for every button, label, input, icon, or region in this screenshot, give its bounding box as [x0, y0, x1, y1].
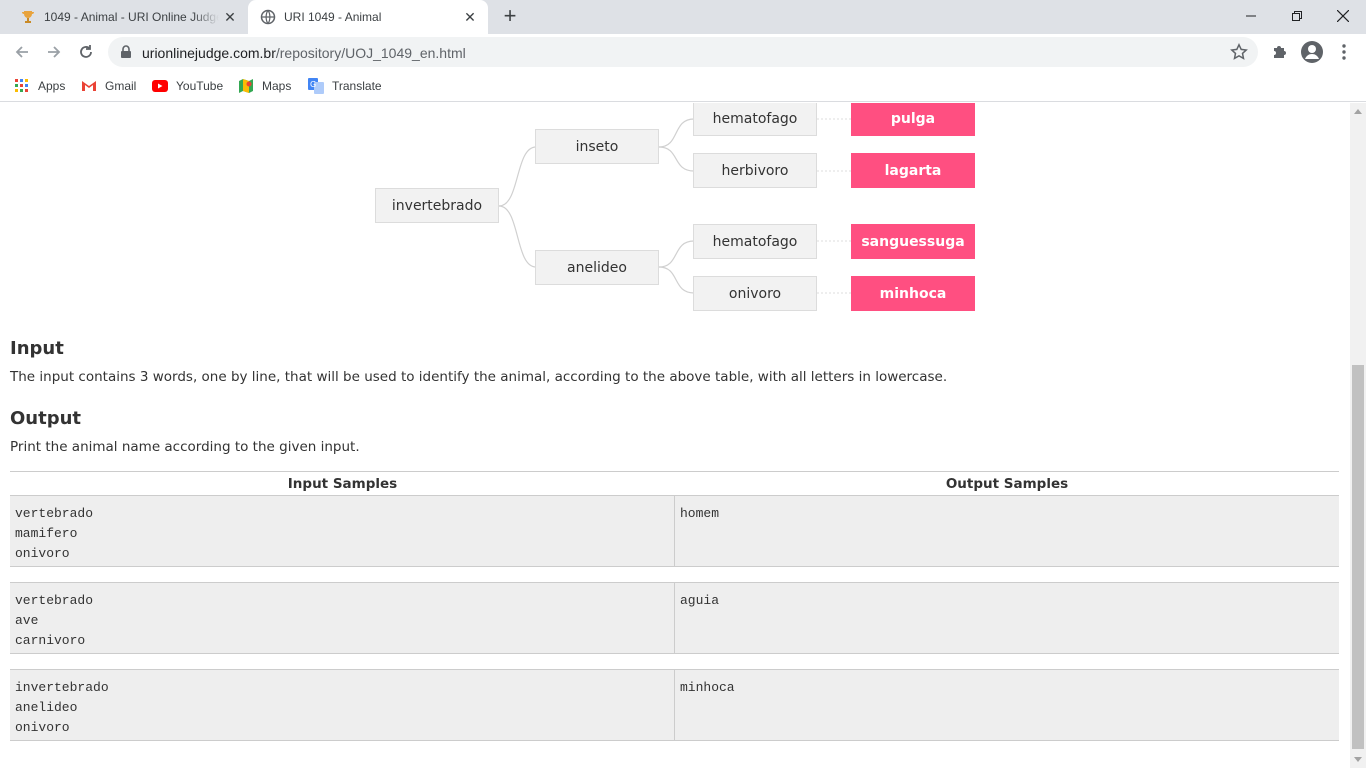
new-tab-button[interactable]: + [498, 5, 522, 29]
close-tab-icon[interactable]: ✕ [222, 9, 238, 25]
bookmark-label: Maps [262, 79, 292, 93]
sample-input: vertebrado ave carnivoro [10, 583, 675, 653]
url-text: urionlinejudge.com.br/repository/UOJ_104… [142, 45, 466, 61]
maps-icon [238, 78, 254, 94]
tab-uri-online-judge[interactable]: 1049 - Animal - URI Online Judge ✕ [8, 0, 248, 34]
tree-leaf-animal: minhoca [851, 276, 975, 311]
scroll-up-arrow-icon[interactable] [1354, 109, 1362, 114]
sample-output: minhoca [680, 680, 735, 695]
tree-node-branch: inseto [535, 129, 659, 164]
tab-uri-1049-animal[interactable]: URI 1049 - Animal ✕ [248, 0, 488, 34]
sample-input: invertebrado anelideo onivoro [10, 670, 675, 740]
vertical-scrollbar[interactable] [1350, 103, 1366, 768]
scroll-down-arrow-icon[interactable] [1354, 757, 1362, 762]
sample-row: vertebrado mamifero onivoro homem [10, 495, 1339, 567]
avatar-icon [1301, 41, 1323, 63]
tab-title: URI 1049 - Animal [284, 10, 382, 24]
sample-row: invertebrado anelideo onivoro minhoca [10, 669, 1339, 741]
input-heading: Input [10, 338, 64, 359]
back-button[interactable] [8, 38, 36, 66]
tree-connectors [498, 118, 852, 294]
tree-leaf-animal: lagarta [851, 153, 975, 188]
tree-node-branch: anelideo [535, 250, 659, 285]
menu-button[interactable] [1330, 38, 1358, 66]
translate-icon: G [308, 78, 324, 94]
url-path: /repository/UOJ_1049_en.html [275, 45, 466, 61]
sample-row: vertebrado ave carnivoro aguia [10, 582, 1339, 654]
trophy-icon [22, 11, 34, 23]
close-window-button[interactable] [1320, 0, 1366, 32]
bookmark-gmail[interactable]: Gmail [81, 76, 136, 96]
bookmarks-bar: Apps Gmail YouTube Maps G Translate [0, 70, 1366, 102]
bookmark-label: Translate [332, 79, 382, 93]
input-description: The input contains 3 words, one by line,… [10, 369, 948, 385]
lock-icon [121, 45, 131, 58]
youtube-icon [152, 78, 168, 94]
arrow-right-icon [48, 46, 61, 58]
sample-output: homem [680, 506, 720, 521]
tree-node-diet: hematofago [693, 103, 817, 136]
profile-button[interactable] [1298, 38, 1326, 66]
url-host: urionlinejudge.com.br [142, 45, 276, 61]
bookmark-label: Apps [38, 79, 66, 93]
output-description: Print the animal name according to the g… [10, 439, 360, 455]
tree-node-root: invertebrado [375, 188, 499, 223]
output-samples-header: Output Samples [945, 476, 1069, 492]
bookmark-apps[interactable]: Apps [14, 76, 65, 96]
extensions-button[interactable] [1266, 38, 1294, 66]
browser-toolbar: urionlinejudge.com.br/repository/UOJ_104… [0, 34, 1366, 70]
tree-node-diet: hematofago [693, 224, 817, 259]
close-tab-icon[interactable]: ✕ [462, 9, 478, 25]
tree-leaf-animal: pulga [851, 103, 975, 136]
bookmark-star-icon[interactable] [1230, 43, 1248, 61]
tree-leaf-animal: sanguessuga [851, 224, 975, 259]
more-vert-icon [1342, 44, 1346, 60]
tree-node-diet: herbivoro [693, 153, 817, 188]
bookmark-translate[interactable]: G Translate [308, 76, 382, 96]
restore-button[interactable] [1274, 0, 1320, 32]
svg-text:G: G [310, 80, 316, 89]
bookmark-label: YouTube [176, 79, 224, 93]
forward-button[interactable] [40, 38, 68, 66]
arrow-left-icon [15, 46, 28, 58]
output-heading: Output [10, 408, 82, 429]
minimize-icon [1246, 15, 1256, 17]
apps-grid-icon [14, 78, 30, 94]
samples-header: Input Samples Output Samples [10, 471, 1339, 495]
gmail-icon [81, 78, 97, 94]
page-content: invertebrado inseto anelideo hematofago … [0, 103, 1350, 768]
minimize-button[interactable] [1228, 0, 1274, 32]
address-bar[interactable]: urionlinejudge.com.br/repository/UOJ_104… [108, 37, 1258, 67]
puzzle-icon [1274, 46, 1286, 58]
input-samples-header: Input Samples [287, 476, 398, 492]
scrollbar-thumb[interactable] [1352, 365, 1364, 749]
reload-button[interactable] [72, 38, 100, 66]
sample-output: aguia [680, 593, 720, 608]
bookmark-maps[interactable]: Maps [238, 76, 291, 96]
globe-icon [260, 9, 276, 25]
tab-title: 1049 - Animal - URI Online Judge [44, 10, 219, 24]
close-icon [1337, 10, 1349, 22]
bookmark-youtube[interactable]: YouTube [152, 76, 223, 96]
sample-input: vertebrado mamifero onivoro [10, 496, 675, 566]
reload-icon [80, 45, 92, 58]
bookmark-label: Gmail [105, 79, 137, 93]
tree-node-diet: onivoro [693, 276, 817, 311]
restore-icon [1292, 11, 1302, 21]
tab-strip: 1049 - Animal - URI Online Judge ✕ URI 1… [0, 0, 1366, 34]
